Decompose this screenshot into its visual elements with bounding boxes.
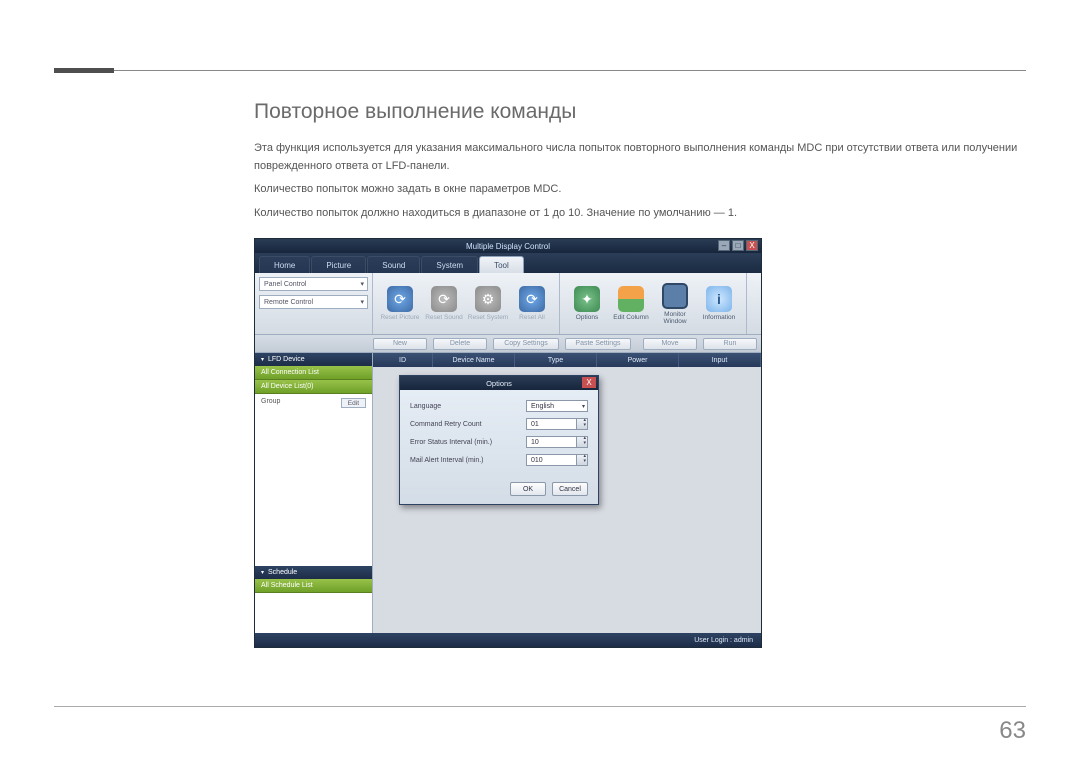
tab-sound[interactable]: Sound [367,256,420,273]
col-input[interactable]: Input [679,353,761,367]
device-grid: ID Device Name Type Power Input Options … [373,353,761,633]
titlebar: Multiple Display Control – □ X [255,239,761,253]
tab-picture[interactable]: Picture [311,256,366,273]
group-panel: Group Edit [255,394,372,566]
all-schedule-list[interactable]: All Schedule List [255,579,372,593]
dialog-cancel-button[interactable]: Cancel [552,482,588,496]
reset-sound-label: Reset Sound [425,314,463,321]
monitor-window-icon [662,283,688,309]
status-bar: User Login : admin [255,633,761,647]
move-button[interactable]: Move [643,338,697,350]
ribbon-control-panel: Panel Control Remote Control [255,273,373,334]
reset-picture-label: Reset Picture [380,314,419,321]
mdc-app-window: Multiple Display Control – □ X Home Pict… [254,238,762,648]
information-icon: i [706,286,732,312]
all-device-list[interactable]: All Device List(0) [255,380,372,394]
minimize-button[interactable]: – [718,240,730,251]
section-title: Повторное выполнение команды [254,100,1034,124]
monitor-window-label: Monitor Window [654,311,696,325]
run-button[interactable]: Run [703,338,757,350]
grid-columns: ID Device Name Type Power Input [373,353,761,367]
reset-system-label: Reset System [468,314,508,321]
tab-system[interactable]: System [421,256,478,273]
dialog-ok-button[interactable]: OK [510,482,546,496]
row-retry: Command Retry Count 01 [410,418,588,430]
dialog-close-button[interactable]: X [582,377,596,388]
retry-spinner[interactable]: 01 [526,418,588,430]
mail-interval-label: Mail Alert Interval (min.) [410,457,526,464]
information-label: Information [703,314,736,321]
col-id[interactable]: ID [373,353,433,367]
group-edit-button[interactable]: Edit [341,398,366,408]
delete-button[interactable]: Delete [433,338,487,350]
lfd-device-header[interactable]: LFD Device [255,353,372,366]
page-number: 63 [999,717,1026,745]
reset-picture-button[interactable]: ⟳ Reset Picture [379,284,421,323]
schedule-header[interactable]: Schedule [255,566,372,579]
language-select[interactable]: English [526,400,588,412]
monitor-window-button[interactable]: Monitor Window [654,281,696,327]
reset-sound-button[interactable]: ⟳ Reset Sound [423,284,465,323]
remote-control-combo[interactable]: Remote Control [259,295,368,309]
sidebar: LFD Device All Connection List All Devic… [255,353,373,633]
page-content: Повторное выполнение команды Эта функция… [254,100,1034,648]
ribbon: Panel Control Remote Control ⟳ Reset Pic… [255,273,761,335]
language-label: Language [410,403,526,410]
ribbon-buttons: ⟳ Reset Picture ⟳ Reset Sound ⚙ Reset Sy… [373,273,761,334]
information-button[interactable]: i Information [698,284,740,323]
options-button[interactable]: ✦ Options [566,284,608,323]
dialog-title-text: Options [486,379,512,388]
group-label: Group [261,398,280,405]
row-language: Language English [410,400,588,412]
all-connection-list[interactable]: All Connection List [255,366,372,380]
tab-home[interactable]: Home [259,256,310,273]
options-label: Options [576,314,598,321]
paragraph-3: Количество попыток должно находиться в д… [254,205,1034,223]
options-dialog: Options X Language English Command Retry… [399,375,599,505]
copy-settings-button[interactable]: Copy Settings [493,338,559,350]
paste-settings-button[interactable]: Paste Settings [565,338,631,350]
maximize-button[interactable]: □ [732,240,744,251]
main-tabs: Home Picture Sound System Tool [255,253,761,273]
reset-all-icon: ⟳ [519,286,545,312]
grid-body: Options X Language English Command Retry… [373,367,761,633]
window-buttons: – □ X [718,240,758,251]
error-interval-label: Error Status Interval (min.) [410,439,526,446]
footer-rule [54,706,1026,707]
row-mail-interval: Mail Alert Interval (min.) 010 [410,454,588,466]
status-text: User Login : admin [694,637,753,644]
edit-column-label: Edit Column [613,314,648,321]
window-close-button[interactable]: X [746,240,758,251]
col-device-name[interactable]: Device Name [433,353,515,367]
window-title: Multiple Display Control [466,242,550,251]
reset-all-label: Reset All [519,314,545,321]
col-power[interactable]: Power [597,353,679,367]
paragraph-2: Количество попыток можно задать в окне п… [254,181,1034,199]
panel-control-combo[interactable]: Panel Control [259,277,368,291]
row-error-interval: Error Status Interval (min.) 10 [410,436,588,448]
reset-system-button[interactable]: ⚙ Reset System [467,284,509,323]
edit-column-icon [618,286,644,312]
edit-column-button[interactable]: Edit Column [610,284,652,323]
retry-label: Command Retry Count [410,421,526,428]
mail-interval-spinner[interactable]: 010 [526,454,588,466]
new-button[interactable]: New [373,338,427,350]
dialog-titlebar: Options X [400,376,598,390]
toolbar-row: New Delete Copy Settings Paste Settings … [255,335,761,353]
tab-tool[interactable]: Tool [479,256,524,273]
reset-picture-icon: ⟳ [387,286,413,312]
reset-all-button[interactable]: ⟳ Reset All [511,284,553,323]
header-rule [54,70,1026,71]
options-icon: ✦ [574,286,600,312]
error-interval-spinner[interactable]: 10 [526,436,588,448]
reset-sound-icon: ⟳ [431,286,457,312]
col-type[interactable]: Type [515,353,597,367]
paragraph-1: Эта функция используется для указания ма… [254,140,1034,175]
reset-system-icon: ⚙ [475,286,501,312]
